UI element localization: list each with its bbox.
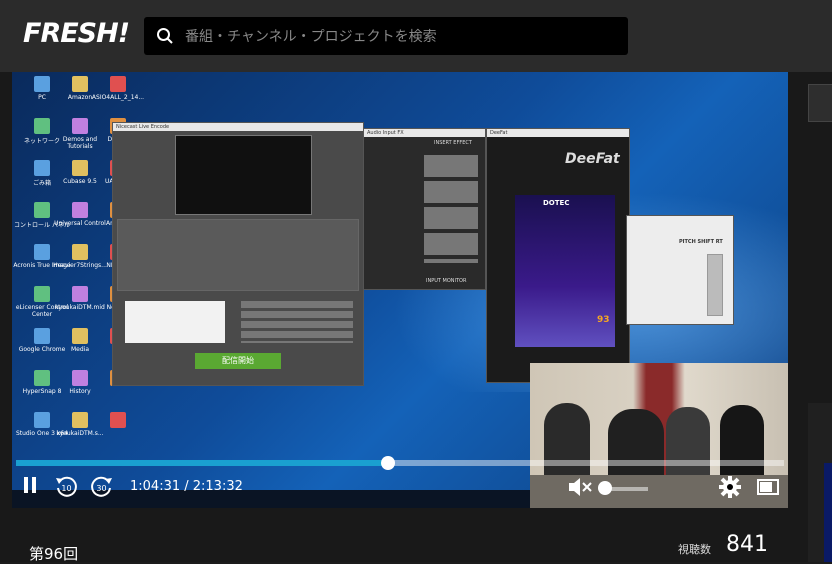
audio-fx-title: Audio Input FX <box>364 129 485 137</box>
desktop-icon-image <box>110 412 126 428</box>
desktop-icon-image <box>34 286 50 302</box>
desktop-icon-image <box>34 160 50 176</box>
theater-mode-icon <box>757 479 779 495</box>
audio-fx-header: INSERT EFFECT <box>434 140 472 146</box>
desktop-icon-image <box>72 160 88 176</box>
desktop-icon-image <box>72 328 88 344</box>
desktop-icon-image <box>34 328 50 344</box>
pitch-fader <box>707 254 723 316</box>
search-box[interactable]: 番組・チャンネル・プロジェクトを検索 <box>144 17 628 55</box>
settings-button[interactable] <box>718 475 742 503</box>
desktop-icon-image <box>34 202 50 218</box>
seek-bar[interactable] <box>16 456 784 470</box>
side-panel <box>808 403 832 562</box>
desktop-icon-image <box>72 76 88 92</box>
encoder-scene-buttons <box>241 301 353 343</box>
episode-title: 第96回 <box>29 545 79 563</box>
desktop-icon-image <box>72 412 88 428</box>
side-panel-thumbnail[interactable] <box>824 463 832 562</box>
deefat-window-title: DeeFat <box>487 129 629 137</box>
gear-icon <box>719 476 741 498</box>
volume-muted-icon <box>569 478 592 496</box>
volume-handle[interactable] <box>598 481 612 495</box>
desktop-icon-image <box>72 202 88 218</box>
mute-button[interactable] <box>567 475 593 503</box>
rewind-10-icon: 10 <box>56 476 77 497</box>
desktop-icon-label: Media <box>70 346 90 353</box>
desktop-icon-image <box>72 286 88 302</box>
desktop-icon-image <box>34 370 50 386</box>
desktop-icon-image <box>34 76 50 92</box>
video-player[interactable]: PC Amazon ASIO4ALL_2_14... ネットワーク Demos and … <box>12 72 788 508</box>
encoder-window-title: Nicecast Live Encode <box>113 123 363 131</box>
desktop-icon-label: kyoukaiDTM.s... <box>56 430 104 437</box>
video-frame: PC Amazon ASIO4ALL_2_14... ネットワーク Demos and … <box>12 72 788 508</box>
pitch-shift-window: PITCH SHIFT RT <box>626 215 734 325</box>
desktop-icon-image <box>110 76 126 92</box>
pitch-shift-label: PITCH SHIFT RT <box>679 239 723 245</box>
audio-fx-footer: INPUT MONITOR <box>426 278 467 284</box>
volume-slider[interactable] <box>608 487 648 491</box>
desktop-icon-label: History <box>69 388 91 395</box>
views-label: 視聴数 <box>678 543 711 556</box>
deefat-window: DeeFat DeeFat DOTEC 93 <box>486 128 630 383</box>
search-input[interactable]: 番組・チャンネル・プロジェクトを検索 <box>185 26 437 46</box>
deefat-readout: 93 <box>597 315 610 325</box>
rewind-10-button[interactable]: 10 <box>54 475 78 503</box>
audio-fx-window: Audio Input FX INSERT EFFECT INPUT MONIT… <box>363 128 486 290</box>
desktop-icon-label: ASIO4ALL_2_14... <box>91 94 145 101</box>
desktop-icon-image <box>34 118 50 134</box>
deefat-logo: DeeFat <box>565 151 620 167</box>
pause-button[interactable] <box>22 475 38 499</box>
desktop-icon[interactable]: ASIO4ALL_2_14... <box>88 76 148 101</box>
side-panel-accent <box>824 413 832 433</box>
theater-mode-button[interactable] <box>756 475 780 503</box>
seek-bar-progress <box>16 460 388 466</box>
seek-handle[interactable] <box>380 456 395 470</box>
encoder-preview <box>175 135 312 215</box>
fx-slot-grid <box>424 155 478 263</box>
desktop-icon-image <box>72 244 88 260</box>
encoder-settings-panel <box>117 219 359 291</box>
desktop-icon-image <box>72 370 88 386</box>
search-icon <box>157 28 173 44</box>
site-header: FRESH! 番組・チャンネル・プロジェクトを検索 <box>0 0 832 72</box>
pause-icon <box>24 477 36 493</box>
forward-30-button[interactable]: 30 <box>90 475 114 503</box>
encoder-window: Nicecast Live Encode 配信開始 <box>112 122 364 386</box>
svg-text:30: 30 <box>96 484 106 493</box>
start-broadcast-button: 配信開始 <box>195 353 281 369</box>
forward-30-icon: 30 <box>91 476 112 497</box>
encoder-scene-panel <box>125 301 225 343</box>
desktop-icon-image <box>72 118 88 134</box>
time-display: 1:04:31 / 2:13:32 <box>130 479 243 494</box>
site-logo[interactable]: FRESH! <box>23 18 130 49</box>
desktop-icon[interactable] <box>88 412 148 430</box>
deefat-brand: DOTEC <box>543 199 570 207</box>
desktop-icon-image <box>34 244 50 260</box>
svg-text:10: 10 <box>61 484 71 493</box>
desktop-icon-image <box>34 412 50 428</box>
player-controls: 10 30 1:04:31 / 2:13:32 <box>12 472 788 508</box>
side-panel-tab[interactable] <box>808 84 832 122</box>
views-count: 841 <box>726 532 768 557</box>
